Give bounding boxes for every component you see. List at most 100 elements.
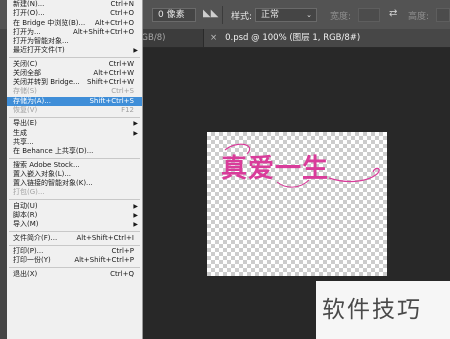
menu-item-label: 存储为(A)... <box>13 96 51 105</box>
menu-item[interactable]: 最近打开文件(T) ▶ <box>7 46 142 55</box>
watermark-text: 软件技巧 <box>322 297 422 323</box>
menu-item-shortcut: Ctrl+S <box>111 87 134 96</box>
toolbar-strip <box>0 29 7 339</box>
menu-item-label: 文件简介(F)... <box>13 233 58 242</box>
menu-item-label: 导入(M) <box>13 220 39 229</box>
menu-item-label: 脚本(R) <box>13 211 38 219</box>
submenu-arrow-icon: ▶ <box>133 129 138 137</box>
file-menu-dropdown: 新建(N)... Ctrl+N 打开(O)... Ctrl+O 在 Bridge 中浏览… <box>7 0 143 339</box>
menu-item[interactable]: 打开为... Alt+Shift+Ctrl+O <box>7 28 142 37</box>
menu-item-label: 新建(N)... <box>13 0 45 8</box>
menu-item-label: 打包(G)... <box>13 188 45 197</box>
menu-item[interactable]: 导入(M) ▶ <box>7 220 142 229</box>
menu-separator <box>9 157 140 159</box>
menu-item: 打包(G)... <box>7 188 142 197</box>
menu-item[interactable]: 存储为(A)... Shift+Ctrl+S <box>7 96 142 106</box>
chevron-down-icon: ⌄ <box>306 11 312 19</box>
artwork-text: 真爱一生 <box>221 154 330 184</box>
menu-item-label: 搜索 Adobe Stock... <box>13 160 80 169</box>
menu-item[interactable]: 置入嵌入对象(L)... <box>7 170 142 179</box>
menu-item-shortcut: Ctrl+N <box>110 0 134 8</box>
menu-item-label: 在 Bridge 中浏览(B)... <box>13 18 86 27</box>
menu-item[interactable]: 共享... <box>7 138 142 147</box>
divider <box>222 6 223 24</box>
menu-item-shortcut: Ctrl+O <box>110 9 134 18</box>
menu-item-shortcut: Ctrl+P <box>111 247 134 256</box>
menu-item-label: 退出(X) <box>13 269 38 278</box>
menu-item-label: 自动(U) <box>13 201 38 210</box>
menu-item-shortcut: Ctrl+Q <box>110 269 134 278</box>
menu-separator <box>9 231 140 233</box>
tab-document-active[interactable]: × 0.psd @ 100% (图层 1, RGB/8#) <box>204 29 450 47</box>
menu-item-label: 恢复(V) <box>13 105 38 114</box>
menu-separator <box>9 244 140 246</box>
menu-item-shortcut: Ctrl+W <box>108 59 134 68</box>
style-select[interactable]: 正常 ⌄ <box>255 8 317 22</box>
document-canvas[interactable]: 真爱一生 <box>207 132 387 276</box>
menu-item[interactable]: 置入链接的智能对象(K)... <box>7 179 142 188</box>
menu-item-label: 置入嵌入对象(L)... <box>13 169 72 178</box>
menu-item-label: 关闭全部 <box>13 68 41 77</box>
menu-item[interactable]: 搜索 Adobe Stock... <box>7 161 142 170</box>
menu-item-label: 打印(P)... <box>13 247 44 256</box>
menu-item-label: 存储(S) <box>13 87 37 96</box>
submenu-arrow-icon: ▶ <box>133 120 138 128</box>
menu-item-shortcut: Alt+Shift+Ctrl+I <box>76 233 134 242</box>
menu-item-label: 最近打开文件(T) <box>13 46 65 55</box>
menu-item-label: 生成 <box>13 128 27 137</box>
style-label: 样式: <box>231 12 253 22</box>
menu-item-label: 打开为... <box>13 27 41 36</box>
height-label: 高度: <box>408 12 430 22</box>
menu-item[interactable]: 打印(P)... Ctrl+P <box>7 247 142 256</box>
anti-alias-icon[interactable]: ◣◣ <box>203 9 218 19</box>
menu-item-shortcut: F12 <box>121 105 134 114</box>
menu-item-label: 打开(O)... <box>13 9 45 18</box>
menu-item-label: 打印一份(Y) <box>13 256 51 265</box>
menu-item[interactable]: 打开为智能对象... <box>7 37 142 46</box>
menu-item-shortcut: Alt+Ctrl+W <box>93 68 134 77</box>
menu-item-label: 置入链接的智能对象(K)... <box>13 179 93 188</box>
feather-input[interactable]: 0 像素 <box>152 8 196 22</box>
menu-item[interactable]: 新建(N)... Ctrl+N <box>7 0 142 9</box>
close-icon[interactable]: × <box>210 33 217 43</box>
menu-separator <box>9 199 140 201</box>
width-label: 宽度: <box>330 12 352 22</box>
menu-item-label: 导出(E) <box>13 119 37 128</box>
menu-separator <box>9 57 140 59</box>
style-value: 正常 <box>261 10 280 20</box>
submenu-arrow-icon: ▶ <box>133 47 138 55</box>
menu-item-shortcut: Shift+Ctrl+W <box>86 78 134 87</box>
menu-item[interactable]: 在 Bridge 中浏览(B)... Alt+Ctrl+O <box>7 19 142 28</box>
submenu-arrow-icon: ▶ <box>133 221 138 229</box>
watermark: 软件技巧 <box>316 281 450 339</box>
menu-item[interactable]: 在 Behance 上共享(D)... <box>7 147 142 156</box>
menu-item-shortcut: Alt+Shift+Ctrl+P <box>74 256 134 265</box>
menu-item-shortcut: Alt+Shift+Ctrl+O <box>73 27 134 36</box>
width-input[interactable] <box>358 8 380 22</box>
menu-item[interactable]: 打开(O)... Ctrl+O <box>7 9 142 18</box>
menu-item[interactable]: 文件简介(F)... Alt+Shift+Ctrl+I <box>7 234 142 243</box>
menu-item[interactable]: 关闭全部 Alt+Ctrl+W <box>7 69 142 78</box>
tab-label: 0.psd @ 100% (图层 1, RGB/8#) <box>225 33 361 43</box>
menu-item: 恢复(V) F12 <box>7 106 142 115</box>
menu-item[interactable]: 生成 ▶ <box>7 129 142 138</box>
menu-item: 存储(S) Ctrl+S <box>7 87 142 96</box>
menu-separator <box>9 267 140 269</box>
menu-item[interactable]: 打印一份(Y) Alt+Shift+Ctrl+P <box>7 256 142 265</box>
menu-item-label: 在 Behance 上共享(D)... <box>13 147 94 156</box>
submenu-arrow-icon: ▶ <box>133 202 138 210</box>
menu-item[interactable]: 自动(U) ▶ <box>7 202 142 211</box>
menu-item-label: 共享... <box>13 137 34 146</box>
height-input[interactable] <box>436 8 450 22</box>
menu-separator <box>9 116 140 118</box>
menu-item[interactable]: 退出(X) Ctrl+Q <box>7 270 142 279</box>
menu-item-label: 关闭(C) <box>13 59 38 68</box>
menu-item-label: 打开为智能对象... <box>13 37 69 45</box>
menu-item-shortcut: Alt+Ctrl+O <box>94 18 134 27</box>
menu-item-shortcut: Shift+Ctrl+S <box>89 96 134 105</box>
swap-icon[interactable]: ⇄ <box>389 9 397 19</box>
menu-item[interactable]: 导出(E) ▶ <box>7 119 142 128</box>
submenu-arrow-icon: ▶ <box>133 212 138 219</box>
menu-item[interactable]: 脚本(R) ▶ <box>7 211 142 220</box>
menu-item[interactable]: 关闭(C) Ctrl+W <box>7 60 142 69</box>
